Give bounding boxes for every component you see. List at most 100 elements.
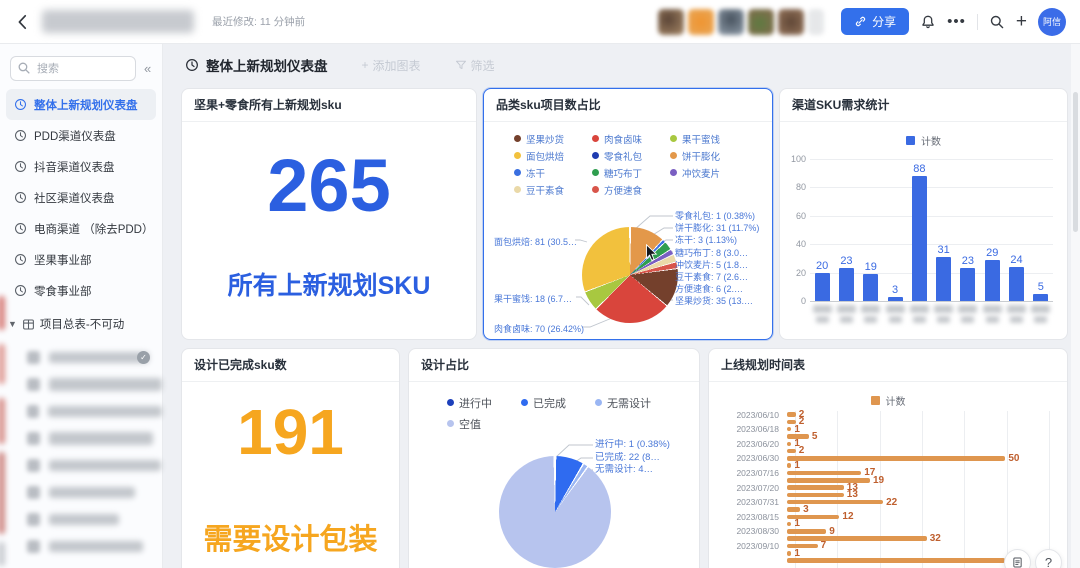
sidebar-item-label: 电商渠道 （除去PDD） bbox=[34, 223, 154, 236]
legend-swatch bbox=[870, 396, 880, 405]
legend-item[interactable]: 空值 bbox=[447, 413, 521, 434]
scrollbar-track[interactable] bbox=[1071, 44, 1080, 568]
pie-label: 进行中: 1 (0.38%) bbox=[595, 439, 670, 450]
sidebar-item-blurred[interactable] bbox=[0, 398, 162, 425]
sidebar-item-0[interactable]: 整体上新规划仪表盘 bbox=[6, 89, 156, 120]
card-category-pie[interactable]: 品类sku项目数占比 坚果炒货 肉食卤味 果干蜜饯 面包烘焙 零食礼包 饼干膨化 冻干 糖巧布… bbox=[483, 88, 773, 340]
avatar-blurred bbox=[778, 8, 805, 35]
legend-item[interactable]: 进行中 bbox=[447, 392, 521, 413]
legend-item[interactable]: 无需设计 bbox=[595, 392, 669, 413]
scrollbar-thumb[interactable] bbox=[1073, 92, 1078, 232]
blurred-text bbox=[961, 316, 975, 323]
sidebar-group-project-table[interactable]: ▼ 项目总表-不可动 bbox=[8, 316, 156, 332]
timeline-bar[interactable] bbox=[787, 529, 827, 534]
timeline-bar[interactable] bbox=[787, 463, 792, 468]
legend-item[interactable]: 果干蜜饯 bbox=[670, 130, 748, 147]
legend-item[interactable]: 豆干素食 bbox=[514, 181, 592, 198]
bar[interactable] bbox=[936, 256, 952, 301]
sidebar-item-5[interactable]: 坚果事业部 bbox=[6, 244, 156, 275]
filter-button[interactable]: 筛选 bbox=[455, 57, 495, 74]
legend-dot bbox=[592, 135, 599, 142]
card-total-sku[interactable]: 坚果+零食所有上新规划sku 265 所有上新规划SKU bbox=[181, 88, 477, 340]
timeline-bar[interactable] bbox=[787, 485, 844, 490]
share-button[interactable]: 分享 bbox=[841, 8, 910, 35]
more-menu-icon[interactable]: ••• bbox=[947, 14, 966, 29]
timeline-bar[interactable] bbox=[787, 499, 884, 505]
sidebar-item-blurred[interactable] bbox=[0, 371, 162, 398]
bar[interactable] bbox=[814, 272, 830, 301]
legend-item[interactable]: 糖巧布丁 bbox=[592, 164, 670, 181]
notifications-bell-icon[interactable] bbox=[920, 14, 936, 30]
bar[interactable] bbox=[984, 259, 1000, 301]
collaborator-avatars[interactable] bbox=[658, 8, 825, 35]
bar[interactable] bbox=[1033, 293, 1049, 301]
blurred-text bbox=[836, 305, 856, 313]
legend-item[interactable]: 零食礼包 bbox=[592, 147, 670, 164]
sidebar-item-6[interactable]: 零食事业部 bbox=[6, 275, 156, 306]
timeline-bar[interactable] bbox=[787, 492, 844, 498]
legend-dot bbox=[670, 169, 677, 176]
pie-legend: 进行中 已完成 无需设计空值 bbox=[409, 382, 679, 434]
sidebar-item-2[interactable]: 抖音渠道仪表盘 bbox=[6, 151, 156, 182]
timeline-date-label: 2023/08/30 bbox=[736, 526, 779, 537]
bar[interactable] bbox=[1009, 266, 1025, 301]
timeline-bar[interactable] bbox=[787, 551, 792, 556]
sidebar-item-blurred[interactable]: ✓ bbox=[0, 344, 162, 371]
timeline-bar[interactable] bbox=[787, 441, 792, 447]
timeline-bar[interactable] bbox=[787, 521, 792, 527]
legend-item[interactable]: 面包烘焙 bbox=[514, 147, 592, 164]
card-channel-bar[interactable]: 渠道SKU需求统计 计数 100 80 60 40 20 0 20 23 19 3 88 31 23 2… bbox=[779, 88, 1068, 340]
timeline-bar[interactable] bbox=[787, 412, 796, 417]
timeline-bar[interactable] bbox=[787, 470, 862, 476]
legend-dot bbox=[514, 169, 521, 176]
card-title: 设计已完成sku数 bbox=[182, 349, 399, 382]
card-design-done[interactable]: 设计已完成sku数 191 需要设计包装 bbox=[181, 348, 400, 568]
sidebar-item-3[interactable]: 社区渠道仪表盘 bbox=[6, 182, 156, 213]
bar[interactable] bbox=[911, 176, 927, 301]
legend-item[interactable]: 肉食卤味 bbox=[592, 130, 670, 147]
sidebar-item-1[interactable]: PDD渠道仪表盘 bbox=[6, 120, 156, 151]
user-avatar[interactable]: 阿信 bbox=[1038, 7, 1066, 36]
create-plus-icon[interactable]: + bbox=[1016, 12, 1027, 31]
category-pie-chart[interactable] bbox=[582, 227, 678, 323]
timeline-value-label: 19 bbox=[872, 474, 885, 486]
bar[interactable] bbox=[838, 268, 854, 301]
timeline-bar[interactable] bbox=[787, 507, 801, 512]
caret-down-icon[interactable]: ▼ bbox=[8, 319, 17, 329]
timeline-bar[interactable] bbox=[787, 456, 1006, 461]
timeline-bar[interactable] bbox=[787, 448, 796, 454]
timeline-bar-wrap: 19 bbox=[787, 474, 1049, 486]
sidebar-item-blurred[interactable] bbox=[0, 452, 162, 479]
legend-item[interactable]: 冻干 bbox=[514, 164, 592, 181]
sidebar-item-4[interactable]: 电商渠道 （除去PDD） bbox=[6, 213, 156, 244]
collapse-sidebar-icon[interactable]: « bbox=[144, 61, 151, 76]
sidebar-item-blurred[interactable] bbox=[0, 506, 162, 533]
timeline-bar[interactable] bbox=[787, 558, 1006, 563]
x-label-blurred bbox=[956, 305, 980, 323]
sidebar-item-blurred[interactable] bbox=[0, 533, 162, 560]
back-icon[interactable] bbox=[14, 13, 32, 31]
sidebar-item-blurred[interactable] bbox=[0, 425, 162, 452]
card-design-pie[interactable]: 设计占比 进行中 已完成 无需设计 空值 进行中: 1 (0.38%) 已完成: 22 … bbox=[408, 348, 700, 568]
pie-label: 坚果炒货: 35 (13.… bbox=[675, 296, 754, 307]
y-tick-label: 0 bbox=[800, 296, 806, 306]
bar[interactable] bbox=[863, 274, 879, 301]
timeline-bar[interactable] bbox=[787, 536, 927, 541]
sidebar-item-blurred[interactable] bbox=[0, 479, 162, 506]
timeline-row: 2023/06/18 1 bbox=[709, 424, 1049, 434]
legend-item[interactable]: 方便速食 bbox=[592, 181, 670, 198]
bar[interactable] bbox=[887, 296, 903, 301]
timeline-bar[interactable] bbox=[787, 543, 818, 549]
add-chart-button[interactable]: + 添加图表 bbox=[362, 57, 421, 74]
legend-item[interactable]: 坚果炒货 bbox=[514, 130, 592, 147]
legend-item[interactable]: 已完成 bbox=[521, 392, 595, 413]
timeline-value-label: 3 bbox=[803, 503, 809, 515]
legend-item[interactable]: 冲饮麦片 bbox=[670, 164, 748, 181]
timeline-bar[interactable] bbox=[787, 426, 792, 432]
card-timeline[interactable]: 上线规划时间表 计数 2023/06/10 2 2 2023/06/18 1 5 2023/… bbox=[708, 348, 1068, 568]
bar-group: 88 bbox=[907, 159, 931, 301]
bar[interactable] bbox=[960, 268, 976, 301]
blurred-edge-marker bbox=[0, 344, 5, 384]
search-icon[interactable] bbox=[989, 14, 1005, 30]
legend-item[interactable]: 饼干膨化 bbox=[670, 147, 748, 164]
